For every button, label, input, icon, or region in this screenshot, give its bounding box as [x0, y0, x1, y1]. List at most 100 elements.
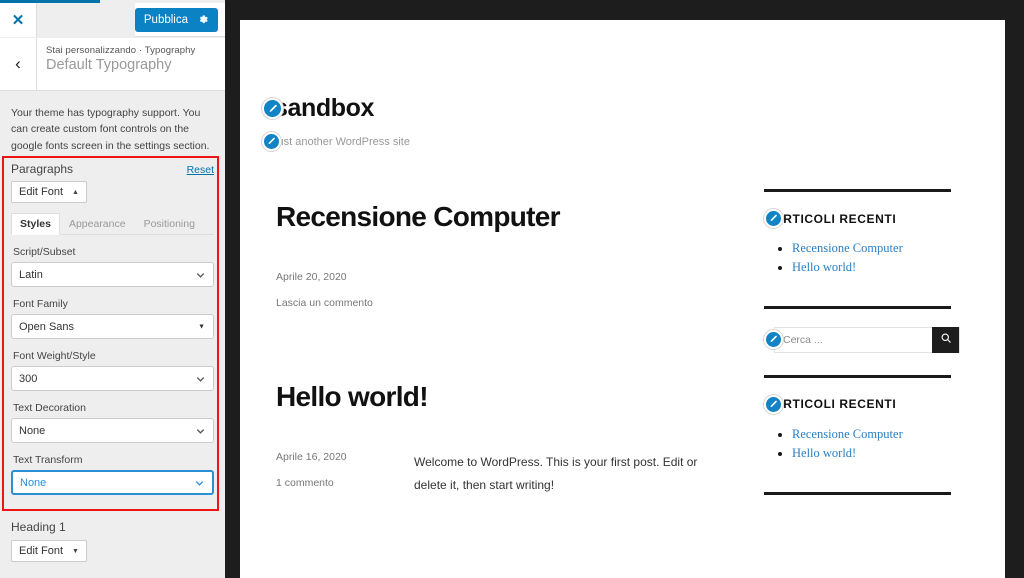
tab-positioning[interactable]: Positioning — [135, 213, 204, 235]
font-family-value: Open Sans — [19, 320, 75, 333]
widget-title-row: ARTICOLI RECENTI — [764, 209, 972, 228]
style-tabs: Styles Appearance Positioning — [11, 212, 214, 235]
paragraphs-edit-font-button[interactable]: Edit Font ▲ — [11, 181, 87, 203]
tab-appearance[interactable]: Appearance — [60, 213, 135, 235]
list-item: Recensione Computer — [792, 239, 972, 258]
post-body: Aprile 16, 2020 1 commento Welcome to Wo… — [276, 451, 760, 503]
text-transform-value: None — [20, 476, 47, 489]
paragraphs-label: Paragraphs — [11, 162, 74, 176]
recent-post-link[interactable]: Hello world! — [792, 446, 856, 460]
panel-description: Your theme has typography support. You c… — [11, 107, 210, 152]
text-decoration-label: Text Decoration — [13, 402, 86, 414]
font-weight-select[interactable]: 300 — [11, 366, 214, 391]
widget-spacer — [764, 464, 972, 492]
search-icon — [940, 331, 952, 349]
pencil-icon[interactable] — [764, 209, 783, 228]
recent-posts-list: Recensione Computer Hello world! — [778, 425, 972, 464]
font-weight-label: Font Weight/Style — [13, 350, 96, 362]
list-item: Hello world! — [792, 258, 972, 277]
close-customizer-button[interactable]: ✕ — [0, 2, 37, 37]
caret-up-icon: ▲ — [72, 188, 79, 196]
edit-font-label: Edit Font — [19, 186, 64, 198]
post-excerpt: Welcome to WordPress. This is your first… — [414, 455, 698, 492]
font-weight-value: 300 — [19, 372, 38, 385]
widget-divider — [764, 189, 951, 192]
post-item: Hello world! Aprile 16, 2020 1 commento … — [276, 381, 760, 503]
widget-spacer — [764, 278, 972, 306]
post-comments-link[interactable]: Lascia un commento — [276, 297, 414, 309]
widget-recent-posts-1: ARTICOLI RECENTI Recensione Computer Hel… — [764, 189, 972, 309]
pencil-icon[interactable] — [262, 132, 281, 151]
list-item: Hello world! — [792, 444, 972, 463]
panel-header: ✕ Pubblica — [0, 2, 225, 37]
site-tagline-row: Just another WordPress site — [262, 132, 1005, 151]
site-title-row: sandbox — [262, 94, 1005, 123]
heading1-edit-font-button[interactable]: Edit Font ▼ — [11, 540, 87, 562]
widget-recent-posts-2: ARTICOLI RECENTI Recensione Computer Hel… — [764, 374, 972, 495]
post-meta: Aprile 16, 2020 1 commento — [276, 451, 414, 503]
search-button[interactable] — [932, 326, 959, 353]
section-title-group: Stai personalizzando · Typography Defaul… — [37, 38, 195, 90]
script-subset-value: Latin — [19, 268, 43, 281]
heading1-control: Heading 1 Edit Font ▼ — [0, 520, 225, 562]
widget-search — [764, 326, 972, 353]
recent-posts-list: Recensione Computer Hello world! — [778, 239, 972, 278]
recent-post-link[interactable]: Recensione Computer — [792, 241, 903, 255]
font-family-select[interactable]: Open Sans ▼ — [11, 314, 214, 339]
tab-styles[interactable]: Styles — [11, 213, 60, 235]
post-body: Aprile 20, 2020 Lascia un commento — [276, 271, 760, 323]
reset-link[interactable]: Reset — [187, 164, 214, 176]
section-header: ‹ Stai personalizzando · Typography Defa… — [0, 38, 225, 91]
publish-button[interactable]: Pubblica — [134, 7, 218, 32]
recent-post-link[interactable]: Hello world! — [792, 260, 856, 274]
triangle-down-icon: ▼ — [198, 323, 205, 330]
content-area: Recensione Computer Aprile 20, 2020 Lasc… — [240, 151, 1005, 513]
page-title: Default Typography — [46, 57, 172, 73]
post-date: Aprile 20, 2020 — [276, 271, 347, 284]
search-input[interactable] — [775, 327, 932, 352]
site-header: sandbox Just another WordPress site — [240, 20, 1005, 151]
caret-down-icon: ▼ — [72, 547, 79, 555]
publish-button-label: Pubblica — [143, 13, 188, 26]
post-title[interactable]: Hello world! — [276, 381, 760, 413]
chevron-down-icon — [195, 425, 206, 436]
widget-divider — [764, 305, 951, 309]
chevron-down-icon — [195, 373, 206, 384]
customizer-panel: ✕ Pubblica ‹ Stai personalizzando · Typo… — [0, 0, 225, 578]
recent-post-link[interactable]: Recensione Computer — [792, 427, 903, 441]
post-meta: Aprile 20, 2020 Lascia un commento — [276, 271, 414, 323]
site-tagline[interactable]: Just another WordPress site — [272, 136, 410, 148]
text-transform-select[interactable]: None — [11, 470, 214, 495]
posts-column: Recensione Computer Aprile 20, 2020 Lasc… — [240, 151, 760, 513]
chevron-down-icon — [195, 269, 206, 280]
text-decoration-value: None — [19, 424, 46, 437]
widget-divider — [764, 491, 951, 495]
back-button[interactable]: ‹ — [0, 38, 37, 90]
widget-title-row: ARTICOLI RECENTI — [764, 394, 972, 414]
pencil-icon[interactable] — [764, 394, 783, 414]
search-box — [774, 326, 960, 353]
gear-icon[interactable] — [198, 14, 209, 25]
text-decoration-select[interactable]: None — [11, 418, 214, 443]
post-comments-link[interactable]: 1 commento — [276, 477, 414, 489]
site-preview: sandbox Just another WordPress site Rece… — [240, 20, 1005, 578]
typography-controls: Paragraphs Reset Edit Font ▲ Styles Appe… — [0, 162, 225, 495]
paragraphs-header: Paragraphs Reset — [11, 162, 214, 176]
breadcrumb: Stai personalizzando · Typography — [46, 45, 196, 56]
post-date: Aprile 16, 2020 — [276, 451, 347, 464]
text-transform-label: Text Transform — [13, 454, 83, 466]
script-subset-label: Script/Subset — [13, 246, 76, 258]
font-family-label: Font Family — [13, 298, 68, 310]
header-spacer — [37, 2, 135, 37]
post-title[interactable]: Recensione Computer — [276, 201, 760, 233]
pencil-icon[interactable] — [262, 98, 283, 119]
script-subset-select[interactable]: Latin — [11, 262, 214, 287]
site-title[interactable]: sandbox — [274, 94, 374, 123]
widget-title: ARTICOLI RECENTI — [774, 397, 897, 412]
chevron-down-icon — [194, 477, 205, 488]
widget-divider — [764, 374, 951, 378]
heading1-label: Heading 1 — [11, 520, 66, 534]
sidebar-widgets: ARTICOLI RECENTI Recensione Computer Hel… — [760, 151, 990, 513]
post-item: Recensione Computer Aprile 20, 2020 Lasc… — [276, 201, 760, 323]
list-item: Recensione Computer — [792, 425, 972, 444]
